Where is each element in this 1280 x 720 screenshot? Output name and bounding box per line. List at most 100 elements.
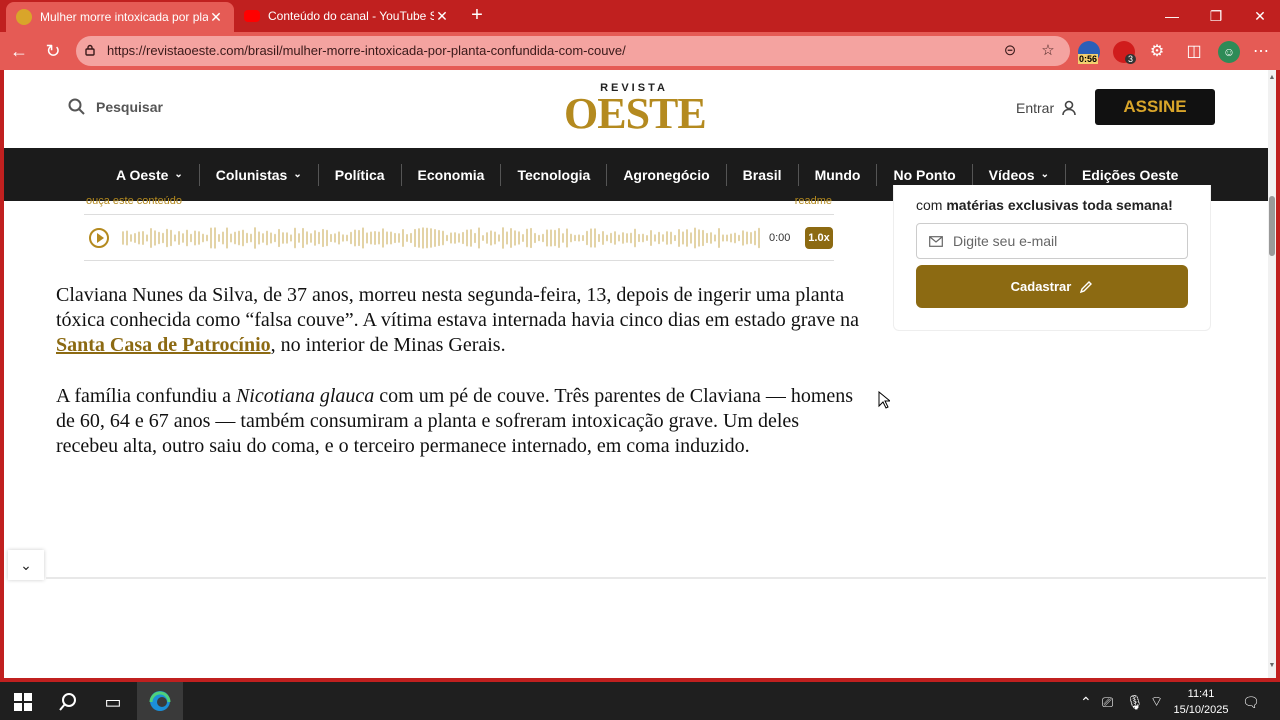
audio-waveform[interactable] bbox=[122, 226, 762, 250]
waveform-bar bbox=[742, 230, 744, 246]
waveform-bar bbox=[662, 234, 664, 242]
waveform-bar bbox=[446, 234, 448, 242]
santa-casa-link[interactable]: Santa Casa de Patrocínio bbox=[56, 334, 271, 356]
wifi-icon[interactable]: ⌔ bbox=[1150, 682, 1163, 720]
waveform-bar bbox=[298, 233, 300, 243]
scroll-up-icon[interactable]: ▲ bbox=[1268, 74, 1276, 81]
menu-item-no-ponto[interactable]: No Ponto bbox=[876, 163, 971, 186]
logo-main-text: OESTE bbox=[564, 89, 707, 138]
search-button[interactable]: Pesquisar bbox=[68, 98, 163, 116]
waveform-bar bbox=[598, 233, 600, 243]
waveform-bar bbox=[378, 231, 380, 245]
menu-item-mundo[interactable]: Mundo bbox=[797, 163, 877, 186]
tab-active[interactable]: Mulher morre intoxicada por planta ✕ bbox=[6, 2, 234, 32]
waveform-bar bbox=[726, 234, 728, 242]
waveform-bar bbox=[382, 228, 384, 248]
task-view-icon[interactable]: ▭ bbox=[90, 682, 136, 720]
close-window-button[interactable]: ✕ bbox=[1238, 0, 1280, 32]
waveform-bar bbox=[406, 233, 408, 243]
minimize-button[interactable]: — bbox=[1150, 0, 1194, 32]
meet-now-icon[interactable]: ⎚ bbox=[1102, 682, 1113, 720]
menu-item-economia[interactable]: Economia bbox=[400, 163, 501, 186]
waveform-bar bbox=[254, 227, 256, 249]
waveform-bar bbox=[534, 232, 536, 244]
waveform-bar bbox=[190, 233, 192, 243]
waveform-bar bbox=[618, 234, 620, 242]
windows-start-icon[interactable] bbox=[0, 682, 46, 720]
extensions-puzzle-icon[interactable]: ⚙ bbox=[1146, 41, 1168, 63]
split-screen-icon[interactable]: ◫ bbox=[1183, 41, 1205, 63]
edge-browser-icon[interactable] bbox=[137, 682, 183, 720]
playback-speed-button[interactable]: 1.0x bbox=[805, 227, 833, 249]
close-tab-icon[interactable]: ✕ bbox=[208, 9, 224, 26]
subscribe-button[interactable]: ASSINE bbox=[1095, 89, 1215, 125]
register-button[interactable]: Cadastrar bbox=[916, 265, 1188, 308]
waveform-bar bbox=[594, 228, 596, 248]
tab-inactive[interactable]: Conteúdo do canal - YouTube Studio ✕ bbox=[234, 0, 460, 32]
favorite-star-icon[interactable]: ☆ bbox=[1039, 42, 1057, 60]
menu-item-edicoes-oeste[interactable]: Edições Oeste bbox=[1064, 163, 1195, 186]
waveform-bar bbox=[322, 228, 324, 248]
restore-button[interactable]: ❐ bbox=[1194, 0, 1238, 32]
site-info-icon[interactable] bbox=[84, 44, 96, 56]
waveform-bar bbox=[238, 230, 240, 246]
menu-item-politica[interactable]: Política bbox=[317, 163, 401, 186]
chevron-down-icon: ⌄ bbox=[174, 169, 183, 180]
notifications-icon[interactable]: 🗨 bbox=[1242, 682, 1260, 720]
search-icon[interactable] bbox=[45, 682, 91, 720]
waveform-bar bbox=[170, 229, 172, 247]
login-link[interactable]: Entrar bbox=[1016, 100, 1076, 116]
menu-item-agronegocio[interactable]: Agronegócio bbox=[606, 163, 725, 186]
menu-label: Economia bbox=[417, 166, 485, 183]
email-field[interactable]: Digite seu e-mail bbox=[916, 223, 1188, 259]
waveform-bar bbox=[754, 230, 756, 246]
waveform-bar bbox=[718, 227, 720, 249]
menu-item-videos[interactable]: Vídeos ⌄ bbox=[971, 163, 1065, 186]
newsletter-bold: matérias exclusivas toda semana! bbox=[946, 197, 1173, 213]
newsletter-text: com matérias exclusivas toda semana! bbox=[916, 197, 1173, 213]
show-hidden-icons-icon[interactable]: ⌃ bbox=[1080, 682, 1092, 720]
mail-icon bbox=[929, 235, 943, 247]
waveform-bar bbox=[390, 231, 392, 245]
system-clock[interactable]: 11:41 15/10/2025 bbox=[1168, 686, 1234, 718]
waveform-bar bbox=[502, 227, 504, 249]
play-icon[interactable] bbox=[89, 228, 109, 248]
microphone-icon[interactable]: 🎙 bbox=[1126, 682, 1144, 720]
back-button[interactable]: ← bbox=[6, 38, 32, 64]
waveform-bar bbox=[602, 231, 604, 245]
waveform-bar bbox=[630, 232, 632, 244]
new-tab-button[interactable]: + bbox=[466, 4, 488, 26]
settings-menu-icon[interactable]: ⋯ bbox=[1250, 41, 1272, 63]
register-label: Cadastrar bbox=[1010, 279, 1072, 294]
waveform-bar bbox=[654, 234, 656, 242]
waveform-bar bbox=[530, 227, 532, 249]
pencil-icon bbox=[1080, 280, 1093, 293]
site-logo[interactable]: REVISTA OESTE bbox=[564, 82, 707, 138]
profile-avatar[interactable]: ☺ bbox=[1218, 41, 1240, 63]
audio-player-header: ouça este conteúdo readme bbox=[84, 195, 834, 207]
waveform-bar bbox=[450, 232, 452, 244]
waveform-bar bbox=[266, 230, 268, 246]
menu-item-brasil[interactable]: Brasil bbox=[725, 163, 798, 186]
page-scrollbar[interactable]: ▲ ▼ bbox=[1268, 70, 1276, 678]
waveform-bar bbox=[658, 231, 660, 245]
waveform-bar bbox=[550, 229, 552, 247]
scrollbar-thumb[interactable] bbox=[1269, 196, 1275, 256]
waveform-bar bbox=[510, 228, 512, 248]
waveform-bar bbox=[274, 233, 276, 243]
menu-item-colunistas[interactable]: Colunistas ⌄ bbox=[198, 163, 318, 186]
divider bbox=[84, 214, 834, 215]
more-options-icon[interactable]: ⊝ bbox=[1001, 42, 1019, 60]
scroll-down-icon[interactable]: ▼ bbox=[1268, 662, 1276, 669]
menu-item-a-oeste[interactable]: A Oeste ⌄ bbox=[100, 164, 199, 186]
waveform-bar bbox=[486, 232, 488, 244]
site-header: Pesquisar REVISTA OESTE Entrar ASSINE bbox=[4, 70, 1268, 148]
waveform-bar bbox=[538, 234, 540, 242]
waveform-bar bbox=[234, 231, 236, 245]
reload-button[interactable]: ↻ bbox=[40, 38, 66, 64]
collapse-chevron-icon[interactable]: ⌄ bbox=[8, 550, 44, 580]
address-bar[interactable]: https://revistaoeste.com/brasil/mulher-m… bbox=[76, 36, 1070, 66]
menu-item-tecnologia[interactable]: Tecnologia bbox=[500, 163, 606, 186]
close-tab-icon[interactable]: ✕ bbox=[434, 8, 450, 25]
waveform-bar bbox=[398, 233, 400, 243]
